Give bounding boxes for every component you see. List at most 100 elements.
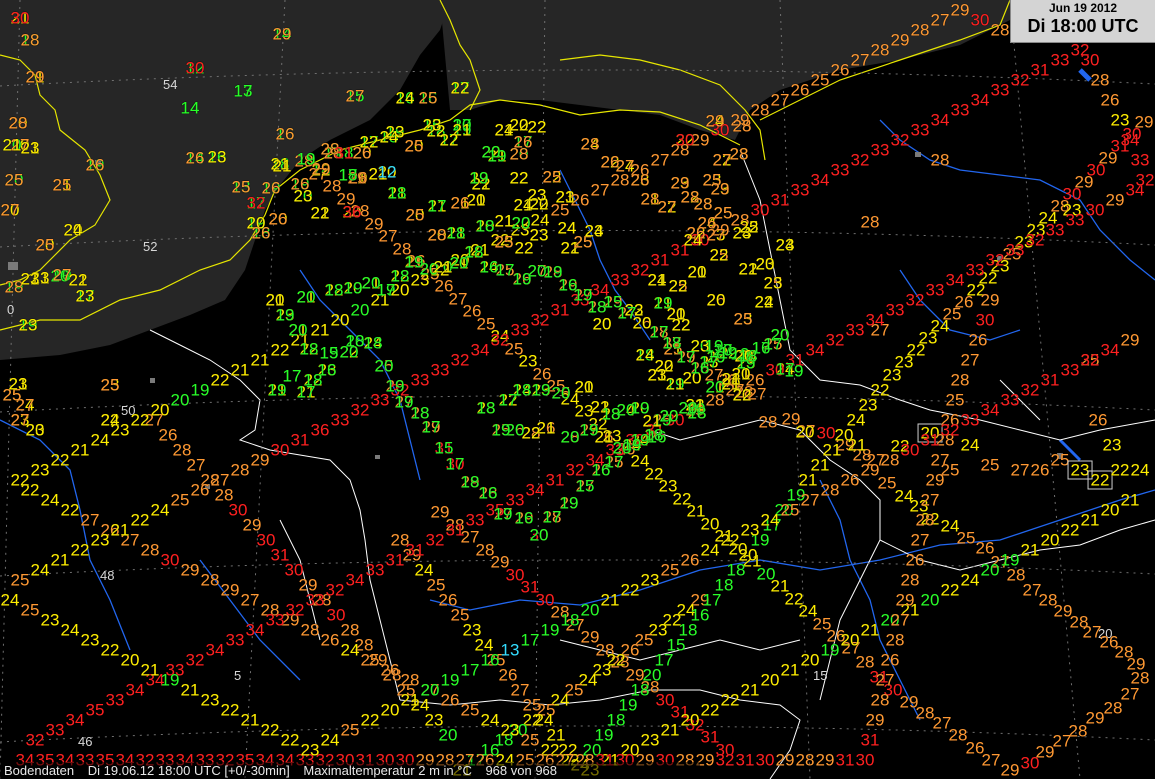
station-value: 30 <box>975 310 995 330</box>
station-value: 23 <box>529 225 549 245</box>
station-value: 21 <box>110 520 130 540</box>
station-value: 20 <box>840 630 860 650</box>
station-value: 23 <box>640 730 660 750</box>
station-value: 26 <box>251 223 271 243</box>
station-value: 22 <box>359 132 379 152</box>
station-value: 19 <box>579 420 599 440</box>
station-value: 28 <box>880 450 900 470</box>
station-value: 31 <box>770 190 790 210</box>
station-value: 31 <box>385 550 405 570</box>
station-value: 28 <box>860 212 880 232</box>
station-value: 15 <box>434 438 454 458</box>
station-value: 21 <box>647 270 667 290</box>
station-value: 28 <box>509 144 529 164</box>
station-value: 26 <box>630 170 650 190</box>
station-value: 24 <box>480 710 500 730</box>
station-value: 33 <box>510 320 530 340</box>
station-value: 34 <box>1120 130 1140 150</box>
station-value: 26 <box>190 480 210 500</box>
station-value: 33 <box>465 510 485 530</box>
station-value: 21 <box>494 211 514 231</box>
station-value: 25 <box>340 720 360 740</box>
station-value: 23 <box>20 138 40 158</box>
station-value: 28 <box>950 370 970 390</box>
station-value: 32 <box>940 420 960 440</box>
station-value: 27 <box>650 150 670 170</box>
station-value: 20 <box>980 560 1000 580</box>
station-value: 24 <box>395 88 415 108</box>
station-value: 33 <box>45 720 65 740</box>
station-value: 33 <box>910 120 930 140</box>
station-value: 26 <box>968 330 988 350</box>
station-value: 24 <box>340 640 360 660</box>
station-value: 34 <box>810 170 830 190</box>
station-value: 21 <box>780 660 800 680</box>
station-value: 27 <box>10 410 30 430</box>
station-value: 27 <box>706 225 726 245</box>
station-value: 19 <box>820 640 840 660</box>
station-value: 26 <box>830 60 850 80</box>
station-value: 25 <box>405 205 425 225</box>
station-value: 26 <box>680 550 700 570</box>
latitude-label: 46 <box>78 734 93 749</box>
station-value: 20 <box>560 427 580 447</box>
station-value: 29 <box>1000 760 1020 779</box>
station-value: 19 <box>1000 550 1020 570</box>
station-value: 27 <box>240 590 260 610</box>
station-value: 22 <box>709 245 729 265</box>
station-value: 20 <box>551 383 571 403</box>
station-value: 31 <box>1040 370 1060 390</box>
station-value: 22 <box>130 410 150 430</box>
station-value: 33 <box>960 410 980 430</box>
station-value: 34 <box>945 270 965 290</box>
station-value: 29 <box>180 560 200 580</box>
station-value: 23 <box>30 460 50 480</box>
station-value: 21 <box>847 435 867 455</box>
station-value: 26 <box>840 470 860 490</box>
station-value: 24 <box>0 590 20 610</box>
station-value: 16 <box>514 508 534 528</box>
station-value: 23 <box>20 269 40 289</box>
station-value: 20 <box>592 314 612 334</box>
station-value: 25 <box>460 700 480 720</box>
station-value: 33 <box>1060 360 1080 380</box>
station-value: 33 <box>330 410 350 430</box>
station-value: 28 <box>1090 70 1110 90</box>
station-value: 22 <box>700 700 720 720</box>
date-label: Jun 19 2012 <box>1048 1 1118 15</box>
station-value: 18 <box>446 223 466 243</box>
station-value: 28 <box>870 690 890 710</box>
station-value: 29 <box>1134 112 1154 132</box>
station-value: 22 <box>130 510 150 530</box>
station-value: 29 <box>1105 190 1125 210</box>
station-value: 27 <box>80 510 100 530</box>
station-value: 22 <box>210 370 230 390</box>
station-value: 17 <box>296 382 316 402</box>
station-value: 32 <box>325 580 345 600</box>
station-value: 20 <box>374 356 394 376</box>
station-value: 31 <box>1030 60 1050 80</box>
station-value: 31 <box>650 250 670 270</box>
station-value: 20 <box>481 142 501 162</box>
station-value: 32 <box>350 400 370 420</box>
station-value: 29 <box>705 111 725 131</box>
station-value: 25 <box>360 650 380 670</box>
station-value: 13 <box>500 640 520 660</box>
station-value: 32 <box>890 130 910 150</box>
station-value: 25 <box>404 136 424 156</box>
station-value: 29 <box>815 750 835 770</box>
station-value: 20 <box>795 422 815 442</box>
station-value: 26 <box>1100 90 1120 110</box>
station-value: 33 <box>1045 220 1065 240</box>
station-value: 26 <box>268 209 288 229</box>
station-value: 18 <box>299 339 319 359</box>
station-value: 20 <box>1100 500 1120 520</box>
station-value: 34 <box>970 90 990 110</box>
station-value: 27 <box>657 197 677 217</box>
station-value: 19 <box>531 380 551 400</box>
station-value: 29 <box>1120 330 1140 350</box>
station-value: 28 <box>750 100 770 120</box>
station-value: 26 <box>275 124 295 144</box>
station-value: 20 <box>529 525 549 545</box>
station-value: 16 <box>480 650 500 670</box>
